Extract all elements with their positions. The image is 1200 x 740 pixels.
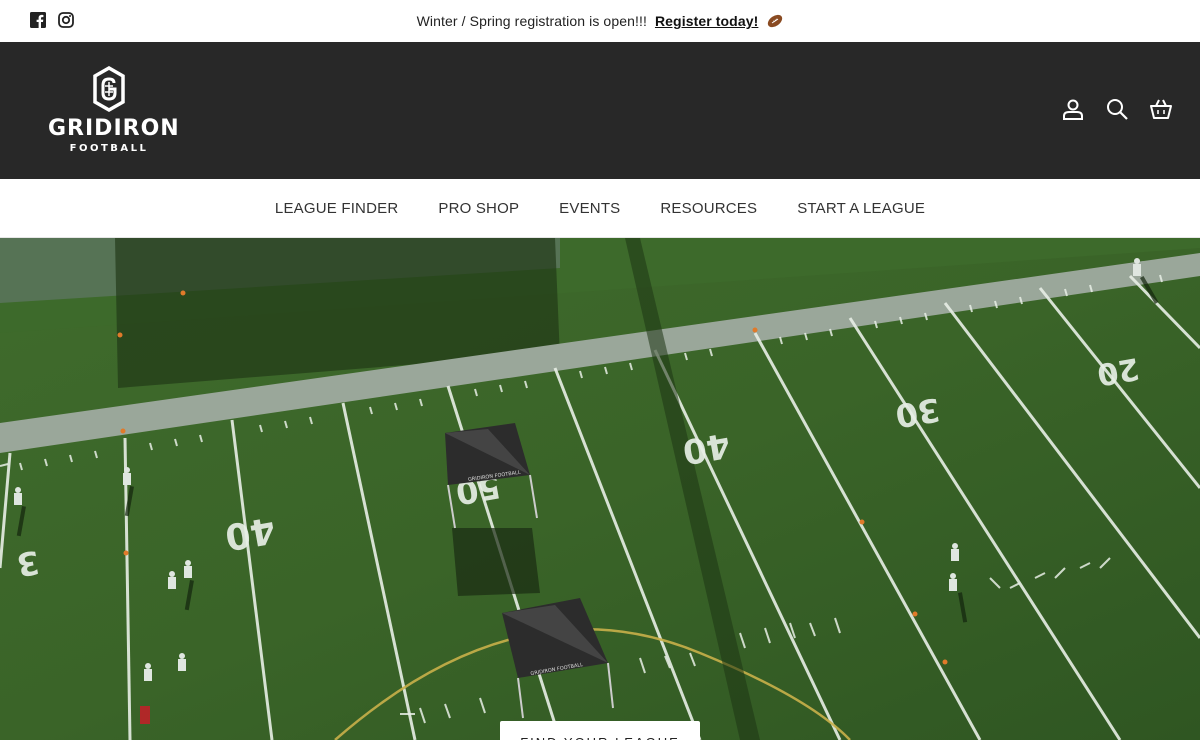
football-emoji-icon xyxy=(767,14,783,28)
nav-item-start-a-league[interactable]: START A LEAGUE xyxy=(797,200,925,217)
field-number-30: 30 xyxy=(893,390,943,435)
instagram-icon[interactable] xyxy=(58,12,74,28)
field-number-40-upper: 40 xyxy=(680,424,734,472)
nav-item-league-finder[interactable]: LEAGUE FINDER xyxy=(275,200,398,217)
logo-shield-icon xyxy=(93,65,125,113)
announcement-message: Winter / Spring registration is open!!! … xyxy=(417,13,784,29)
facebook-icon[interactable] xyxy=(30,12,46,28)
nav-item-events[interactable]: EVENTS xyxy=(559,200,620,217)
hero-banner: 20 30 40 50 40 3 GRIDIRON FOOTBALL GRIDI… xyxy=(0,238,1200,740)
social-links xyxy=(30,12,74,28)
header-actions xyxy=(1062,98,1172,120)
field-number-20: 20 xyxy=(1094,350,1141,392)
gridiron-logo[interactable]: GRIDIRON FOOTBALL xyxy=(48,65,180,158)
announcement-bar: Winter / Spring registration is open!!! … xyxy=(0,0,1200,42)
find-your-league-button[interactable]: FIND YOUR LEAGUE xyxy=(500,721,700,740)
logo-subtitle: FOOTBALL xyxy=(69,143,149,154)
field-number-40-lower: 40 xyxy=(222,508,278,557)
cart-icon[interactable] xyxy=(1150,98,1172,120)
search-icon[interactable] xyxy=(1106,98,1128,120)
nav-item-resources[interactable]: RESOURCES xyxy=(660,200,757,217)
main-nav: LEAGUE FINDER PRO SHOP EVENTS RESOURCES … xyxy=(0,179,1200,238)
account-icon[interactable] xyxy=(1062,98,1084,120)
site-header: GRIDIRON FOOTBALL xyxy=(0,42,1200,179)
register-link[interactable]: Register today! xyxy=(655,13,758,29)
hero-field-image: 20 30 40 50 40 3 GRIDIRON FOOTBALL GRIDI… xyxy=(0,238,1200,740)
nav-item-pro-shop[interactable]: PRO SHOP xyxy=(438,200,519,217)
logo-wordmark: GRIDIRON xyxy=(48,116,180,141)
announcement-text: Winter / Spring registration is open!!! xyxy=(416,13,647,29)
